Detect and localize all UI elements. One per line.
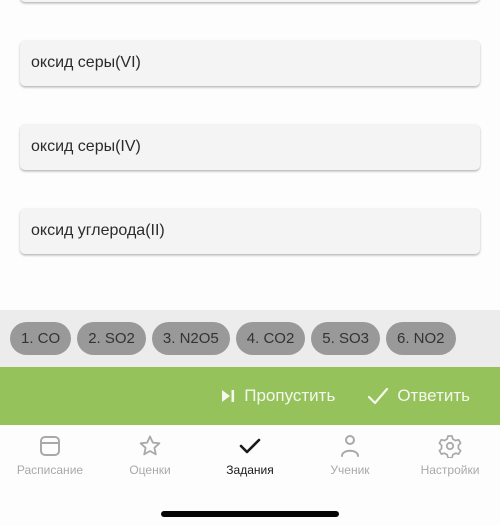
person-icon <box>338 434 362 458</box>
answer-option[interactable] <box>20 0 480 2</box>
answer-option[interactable]: оксид серы(IV) <box>20 124 480 170</box>
tab-student[interactable]: Ученик <box>300 425 400 487</box>
tab-label: Настройки <box>420 463 480 477</box>
gear-icon <box>438 434 462 458</box>
formula-chip[interactable]: 2. SO2 <box>77 322 146 355</box>
tab-tasks[interactable]: Задания <box>200 425 300 487</box>
tab-settings[interactable]: Настройки <box>400 425 500 487</box>
tab-label: Оценки <box>129 463 171 477</box>
tab-schedule[interactable]: Расписание <box>0 425 100 487</box>
home-indicator[interactable] <box>161 511 339 517</box>
tab-label: Задания <box>226 463 274 477</box>
formula-chip-strip: 1. CO 2. SO2 3. N2O5 4. CO2 5. SO3 6. NO… <box>0 310 500 367</box>
answer-button[interactable]: Ответить <box>367 386 470 406</box>
tab-grades[interactable]: Оценки <box>100 425 200 487</box>
answer-options-list: оксид серы(VI) оксид серы(IV) оксид угле… <box>0 0 500 310</box>
skip-button[interactable]: Пропустить <box>220 386 335 406</box>
answer-option[interactable]: оксид серы(VI) <box>20 40 480 86</box>
answer-option[interactable]: оксид углерода(II) <box>20 208 480 254</box>
formula-chip[interactable]: 1. CO <box>10 322 72 355</box>
answer-button-label: Ответить <box>397 386 470 405</box>
action-bar: Пропустить Ответить <box>0 367 500 425</box>
calendar-icon <box>38 434 62 458</box>
formula-chip[interactable]: 6. NO2 <box>386 322 456 355</box>
check-icon <box>367 387 389 405</box>
formula-chip[interactable]: 5. SO3 <box>311 322 380 355</box>
star-icon <box>138 434 162 458</box>
formula-chip[interactable]: 3. N2O5 <box>151 322 230 355</box>
formula-chip[interactable]: 4. CO2 <box>235 322 306 355</box>
task-screen: оксид серы(VI) оксид серы(IV) оксид угле… <box>0 0 500 526</box>
skip-button-label: Пропустить <box>244 386 336 405</box>
tab-label: Расписание <box>16 463 84 477</box>
bottom-tab-bar: Расписание Оценки Задания Ученик Настрой… <box>0 425 500 487</box>
tab-label: Ученик <box>330 463 370 477</box>
check-icon <box>238 434 262 458</box>
skip-next-icon <box>220 388 236 404</box>
